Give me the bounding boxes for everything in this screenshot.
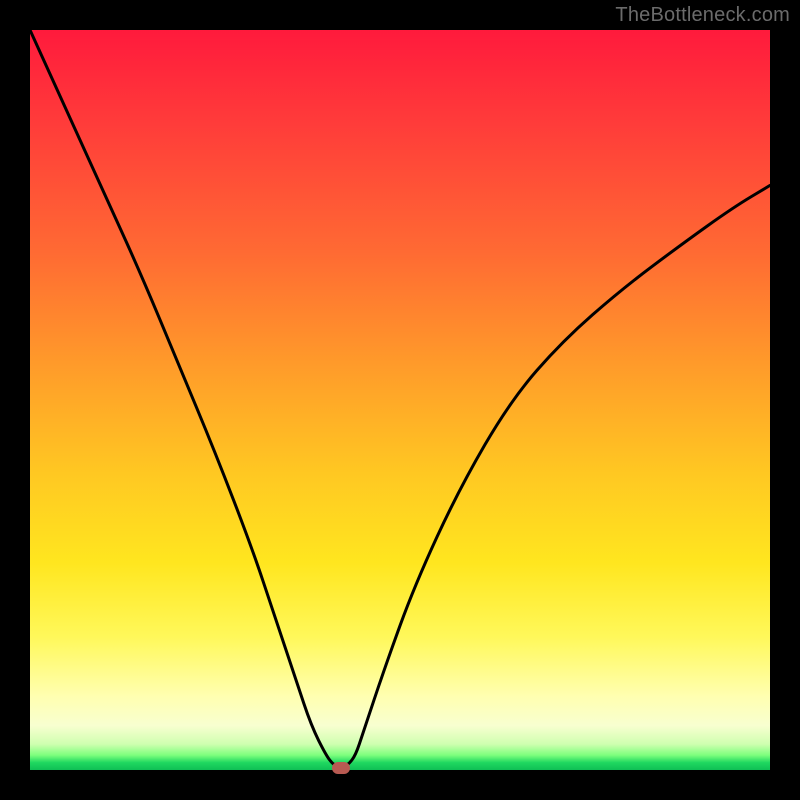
attribution-text: TheBottleneck.com (615, 4, 790, 27)
plot-area (30, 30, 770, 770)
bottleneck-curve-path (30, 30, 770, 767)
chart-frame: TheBottleneck.com (0, 0, 800, 800)
minimum-marker (332, 762, 350, 774)
curve-svg (30, 30, 770, 770)
